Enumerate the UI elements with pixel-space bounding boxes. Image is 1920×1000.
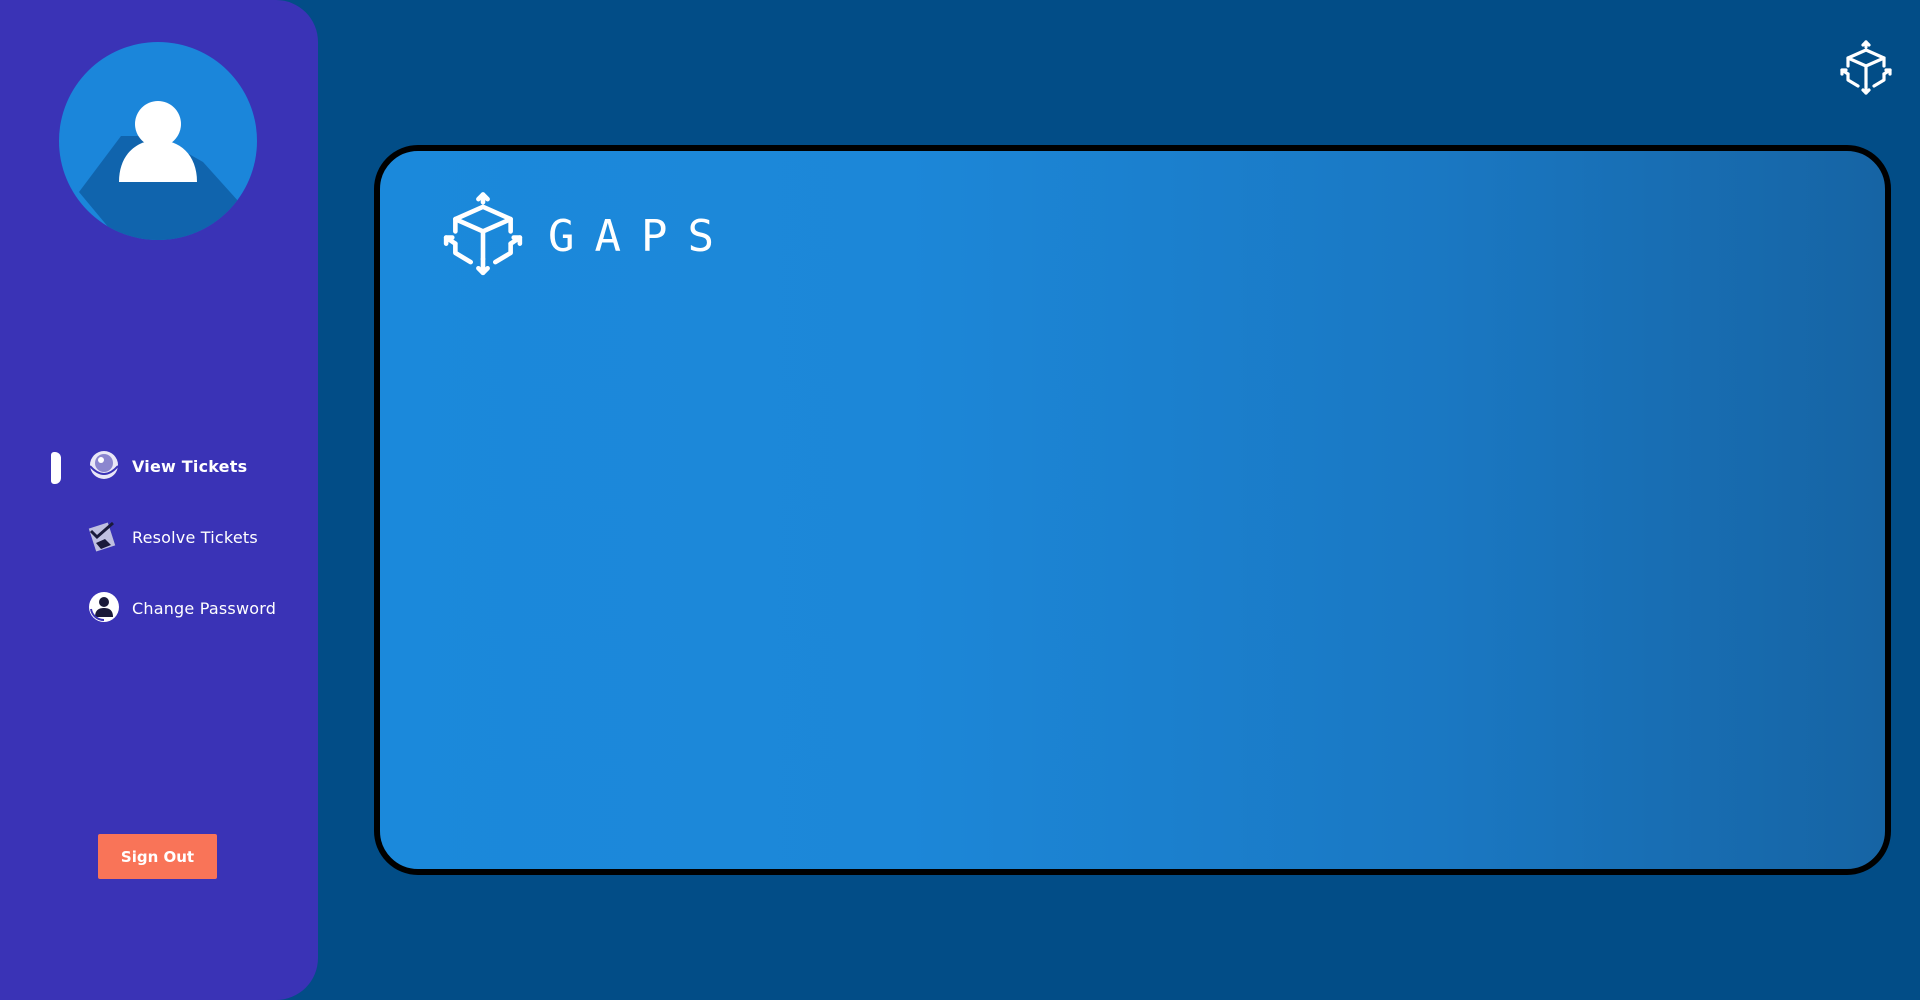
main-card: GAPS (374, 145, 1891, 875)
user-avatar-icon (59, 42, 257, 240)
checklist-icon (87, 519, 121, 553)
user-lock-icon (87, 590, 121, 624)
page: View Tickets Resolve Tickets Change Pass… (0, 0, 1920, 1000)
active-indicator (51, 452, 61, 484)
nav-label-change-password: Change Password (132, 599, 277, 618)
cube-logo-icon[interactable] (1838, 40, 1894, 98)
nav-item-view-tickets[interactable]: View Tickets (0, 440, 318, 484)
cube-logo-icon (440, 191, 526, 281)
nav-item-change-password[interactable]: Change Password (0, 582, 318, 626)
sign-out-button[interactable]: Sign Out (98, 834, 217, 879)
eye-icon (87, 448, 121, 482)
sidebar-nav: View Tickets Resolve Tickets Change Pass… (0, 440, 318, 653)
nav-label-resolve-tickets: Resolve Tickets (132, 528, 258, 547)
nav-item-resolve-tickets[interactable]: Resolve Tickets (0, 511, 318, 555)
sidebar: View Tickets Resolve Tickets Change Pass… (0, 0, 318, 1000)
nav-label-view-tickets: View Tickets (132, 457, 248, 476)
brand-title: GAPS (548, 211, 734, 262)
